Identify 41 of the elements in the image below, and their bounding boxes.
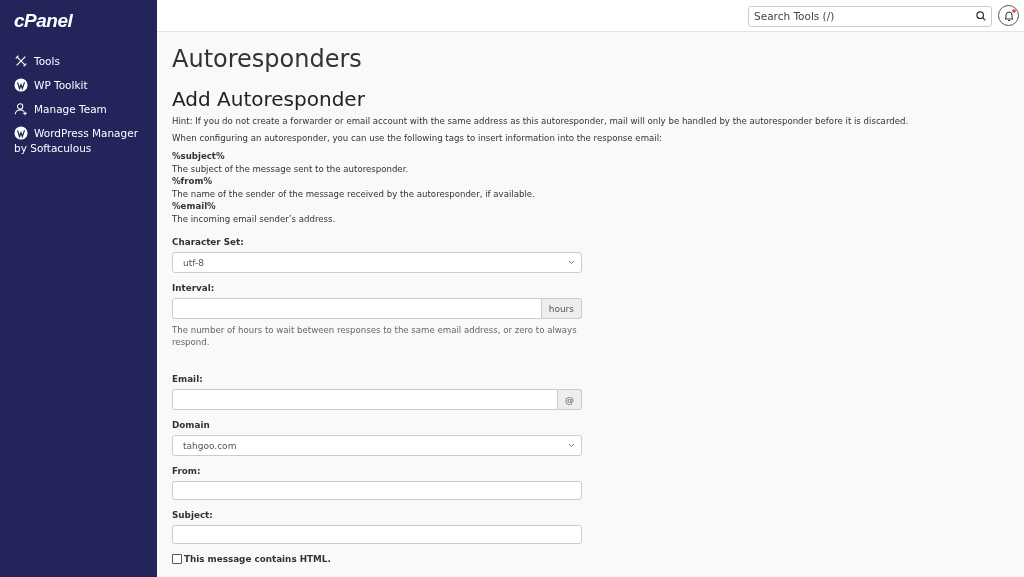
- sidebar-item[interactable]: Tools: [14, 54, 149, 69]
- input-addon: @: [558, 389, 582, 410]
- wordpress-icon: [14, 126, 28, 140]
- select-field[interactable]: tahgoo.com: [172, 435, 582, 456]
- tools-icon: [14, 54, 28, 68]
- input-field[interactable]: [172, 389, 558, 410]
- input-field[interactable]: [172, 298, 542, 319]
- field-label: Character Set:: [172, 237, 245, 247]
- field-label: Interval:: [172, 283, 216, 293]
- logo[interactable]: cPanel: [14, 10, 73, 32]
- checkbox-label: This message contains HTML.: [184, 554, 331, 564]
- chevron-down-icon: [568, 260, 575, 265]
- tag-description: The name of the sender of the message received by the autoresponder, if available.: [172, 187, 536, 200]
- notifications-button[interactable]: [998, 5, 1019, 26]
- field-label: Domain: [172, 420, 211, 430]
- section-title: Add Autoresponder: [172, 87, 366, 111]
- field-label: From:: [172, 466, 202, 476]
- tag-name: %from%: [172, 175, 214, 188]
- field-label: Email:: [172, 374, 204, 384]
- checkbox[interactable]: [172, 554, 182, 564]
- sidebar-item[interactable]: WordPress Manager by Softaculous: [14, 126, 149, 156]
- tag-description: The subject of the message sent to the autoresponder.: [172, 162, 410, 175]
- input-addon: hours: [541, 298, 582, 319]
- select-field[interactable]: utf-8: [172, 252, 582, 273]
- sidebar-item[interactable]: WP Toolkit: [14, 78, 149, 93]
- tag-name: %email%: [172, 200, 217, 213]
- tag-name: %subject%: [172, 150, 226, 163]
- tag-description: The incoming email sender’s address.: [172, 212, 337, 225]
- help-text: The number of hours to wait between responses to the same email address, or zero to always respond.: [172, 324, 578, 348]
- search-field[interactable]: Search Tools (/): [748, 5, 992, 27]
- wordpress-icon: [14, 78, 28, 92]
- hint-text: Hint: If you do not create a forwarder or email account with the same address as this autoresponder, mail will only be handled by the autoresponder before it is discarded.: [172, 116, 910, 126]
- input-field[interactable]: [172, 481, 582, 500]
- field-label: Subject:: [172, 510, 214, 520]
- page-title: Autoresponders: [172, 45, 363, 73]
- tags-intro: When configuring an autoresponder, you can use the following tags to insert information into the response email:: [172, 133, 663, 143]
- user-add-icon: [14, 102, 28, 116]
- input-field[interactable]: [172, 525, 582, 544]
- chevron-down-icon: [568, 443, 575, 448]
- search-icon: [976, 10, 986, 21]
- sidebar-item[interactable]: Manage Team: [14, 102, 149, 117]
